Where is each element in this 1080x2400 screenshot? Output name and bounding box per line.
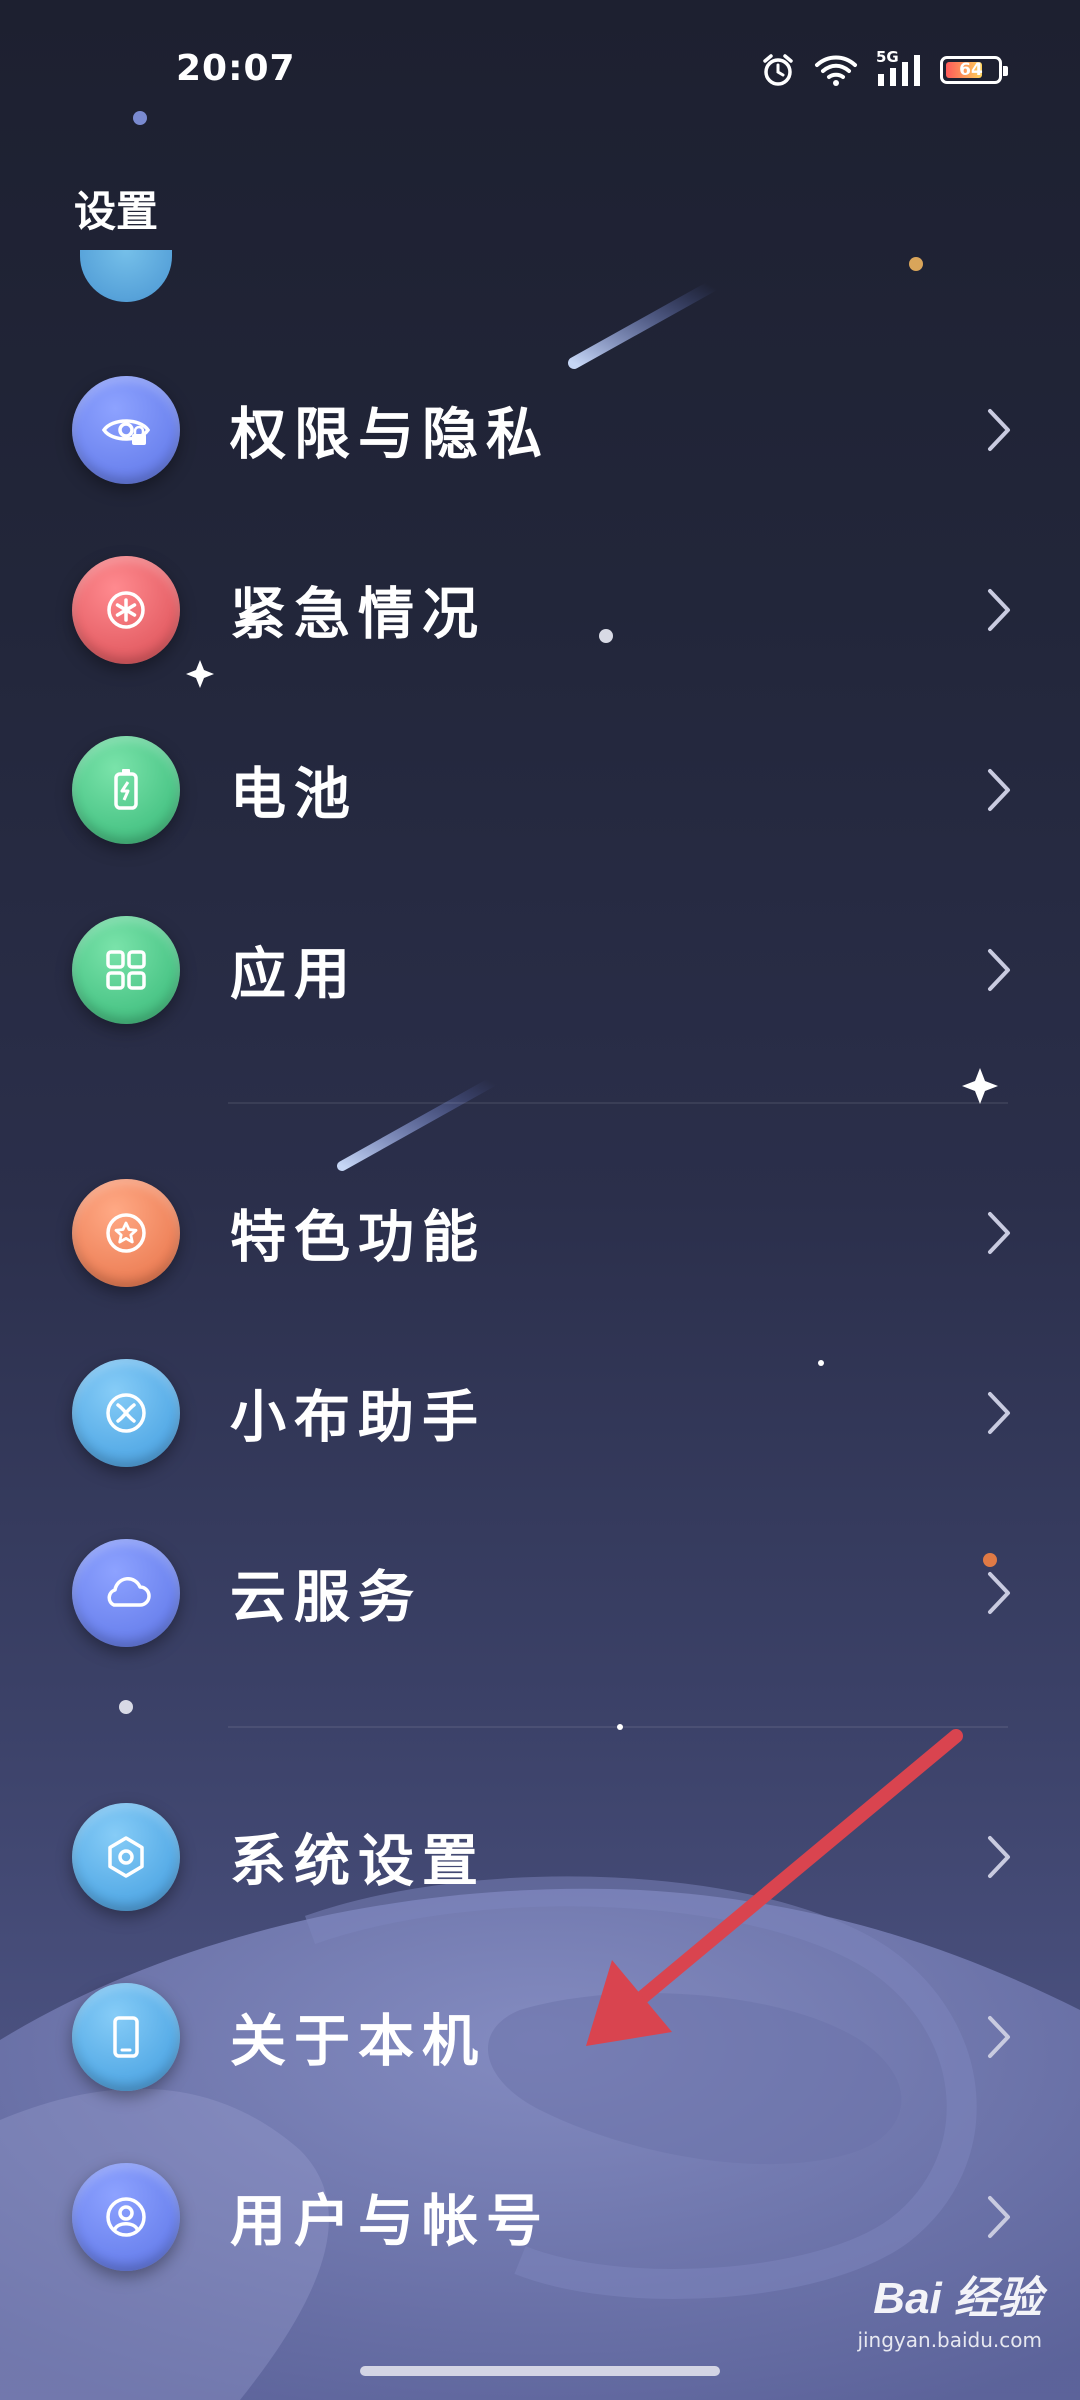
settings-item-label: 系统设置 [230,1829,486,1895]
settings-item-special-features[interactable]: 特色功能 [0,1158,1080,1308]
chevron-right-icon [988,1392,1010,1434]
settings-item-label: 权限与隐私 [230,402,550,468]
settings-item-permissions-privacy[interactable]: 权限与隐私 [0,355,1080,505]
watermark: Bai 经验 jingyan.baidu.com [857,2262,1042,2352]
settings-item-label: 电池 [230,762,358,828]
watermark-url: jingyan.baidu.com [857,2328,1042,2352]
status-icons: 5G 64 [760,48,1008,90]
settings-item-apps[interactable]: 应用 [0,895,1080,1045]
network-type-label: 5G [876,48,899,66]
section-divider [228,1102,1008,1104]
chevron-right-icon [988,2196,1010,2238]
phone-icon [72,1983,180,2091]
eye-lock-icon [72,376,180,484]
settings-item-emergency[interactable]: 紧急情况 [0,535,1080,685]
user-icon [72,2163,180,2271]
cellular-signal-icon: 5G [876,48,922,88]
chevron-right-icon [988,949,1010,991]
settings-item-label: 紧急情况 [230,582,486,648]
settings-item-breeno-assistant[interactable]: 小布助手 [0,1338,1080,1488]
chevron-right-icon [988,2016,1010,2058]
apps-grid-icon [72,916,180,1024]
chevron-right-icon [988,1836,1010,1878]
status-bar: 20:07 5G 64 [0,0,1080,140]
page-title: 设置 [74,187,159,236]
battery-icon: 64 [940,56,1008,84]
alarm-icon [760,52,796,88]
settings-item-label: 应用 [230,942,358,1008]
settings-item-label: 小布助手 [230,1385,486,1451]
star-badge-icon [72,1179,180,1287]
baidu-jingyan-logo: Bai 经验 [857,2262,1042,2326]
settings-item-cloud-service[interactable]: 云服务 [0,1518,1080,1668]
chevron-right-icon [988,1572,1010,1614]
settings-item-battery[interactable]: 电池 [0,715,1080,865]
section-divider [228,1726,1008,1728]
settings-item-system-settings[interactable]: 系统设置 [0,1782,1080,1932]
settings-item-label: 云服务 [230,1565,422,1631]
chevron-right-icon [988,769,1010,811]
chevron-right-icon [988,409,1010,451]
asterisk-icon [72,556,180,664]
assistant-icon [72,1359,180,1467]
settings-item-label: 关于本机 [230,2009,486,2075]
settings-item-label: 特色功能 [230,1205,486,1271]
battery-charging-icon [72,736,180,844]
partial-settings-icon [80,250,172,302]
wifi-icon [814,53,858,87]
chevron-right-icon [988,1212,1010,1254]
watermark-brand: Bai 经验 [873,2274,1042,2323]
settings-item-label: 用户与帐号 [230,2189,550,2255]
battery-percent: 64 [959,60,983,80]
home-indicator[interactable] [360,2366,720,2376]
settings-item-about-phone[interactable]: 关于本机 [0,1962,1080,2112]
hexagon-settings-icon [72,1803,180,1911]
cloud-icon [72,1539,180,1647]
chevron-right-icon [988,589,1010,631]
status-time: 20:07 [176,48,296,89]
